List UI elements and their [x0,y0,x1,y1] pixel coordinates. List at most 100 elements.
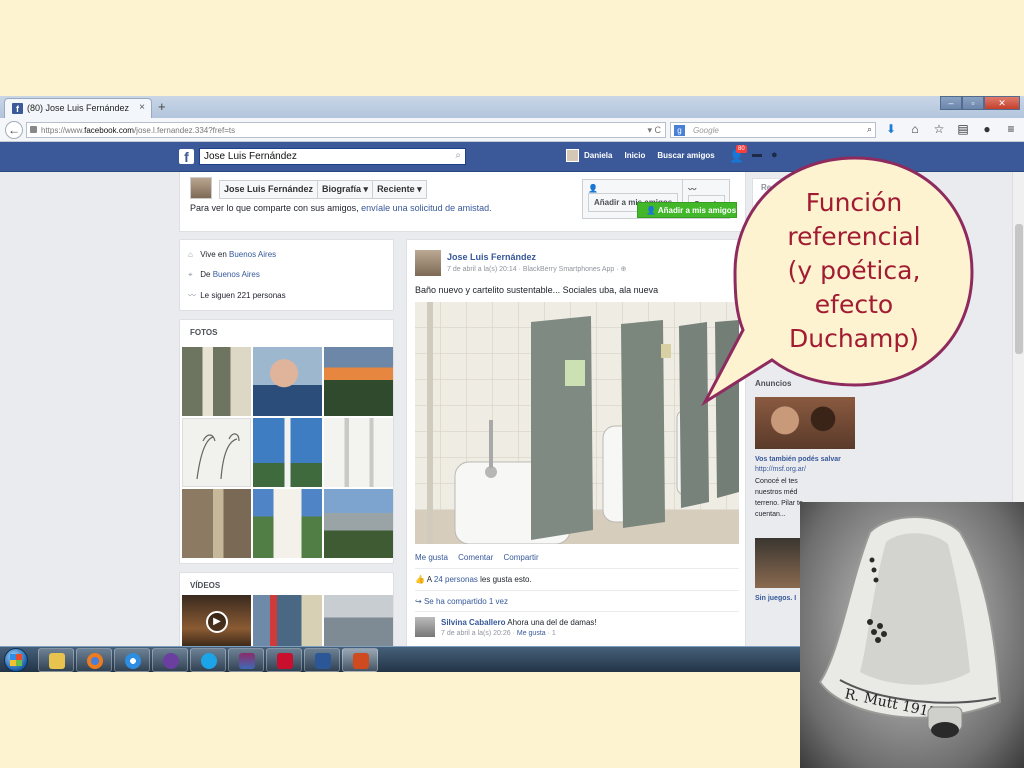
add-friend-green-button[interactable]: 👤 Añadir a mis amigos [637,202,737,218]
winrar-icon [239,653,255,669]
photo-thumbnail[interactable] [182,418,251,487]
from-prefix: De [200,270,213,279]
photo-thumbnail[interactable] [324,418,393,487]
winrar-taskbar-button[interactable] [228,648,264,672]
lives-in-link[interactable]: Buenos Aires [229,250,276,259]
videos-title[interactable]: VÍDEOS [190,581,220,590]
new-tab-button[interactable]: + [158,99,166,114]
photo-thumbnail[interactable] [182,489,251,558]
powerpoint-icon [353,653,369,669]
comment-avatar[interactable] [415,617,435,637]
messages-icon[interactable]: ▬ [752,149,762,160]
like-link[interactable]: Me gusta [415,553,448,562]
comment-like-count: · 1 [545,630,556,637]
photo-thumbnail[interactable] [253,347,322,416]
back-button[interactable]: ← [5,121,23,139]
tab-profile-name[interactable]: Jose Luis Fernández [219,180,319,199]
video-thumbnail[interactable]: ▶ [182,595,251,651]
download-icon[interactable]: ⬇ [884,122,898,136]
tab-close-icon[interactable]: × [139,102,145,113]
lives-in-row: ⌂ Vive en Buenos Aires [188,250,276,259]
from-row: ⌖ De Buenos Aires [188,270,260,280]
bookmarks-list-icon[interactable]: ▤ [956,122,970,136]
acrobat-taskbar-button[interactable] [266,648,302,672]
ad-image[interactable] [755,397,855,449]
maximize-button[interactable]: ▫ [962,96,984,110]
facebook-logo-icon[interactable]: f [179,149,194,165]
about-card: ⌂ Vive en Buenos Aires ⌖ De Buenos Aires… [179,239,394,311]
ad-title[interactable]: Sin juegos. I [755,595,796,602]
search-input[interactable]: g Google ⌕ [670,122,876,138]
photo-thumbnail[interactable] [253,489,322,558]
post-author-avatar[interactable] [415,250,441,276]
ad-body: Conocé el tes nuestros méd terreno. Pila… [755,478,803,518]
comment-body: Ahora una del de damas! [505,618,597,627]
tab-biography[interactable]: Biografía ▾ [317,180,374,199]
sketch-drawing [196,433,240,480]
ie-taskbar-button[interactable] [114,648,150,672]
share-link[interactable]: Compartir [504,553,539,562]
comment-author[interactable]: Silvina Caballero [441,618,505,627]
post-actions: Me gusta Comentar Compartir [415,553,547,562]
minimize-button[interactable]: – [940,96,962,110]
photos-card: FOTOS [179,319,394,564]
likes-link[interactable]: 24 personas [434,575,478,584]
nav-home-link[interactable]: Inicio [624,151,645,160]
send-request-link[interactable]: envíale una solicitud de amistad. [361,203,492,213]
bubble-line: referencial [787,222,921,251]
navigation-bar: ← https://www.facebook.com/jose.l.fernan… [0,118,1024,142]
bubble-line: Función [805,188,903,217]
bookmark-star-icon[interactable]: ☆ [932,122,946,136]
comment-like-link[interactable]: Me gusta [517,630,546,637]
shares-text: Se ha compartido 1 vez [423,597,508,606]
comment-link[interactable]: Comentar [458,553,493,562]
post-author[interactable]: Jose Luis Fernández [447,252,536,262]
post-photo[interactable] [415,302,739,544]
search-icon[interactable]: ⌕ [867,124,872,135]
from-link[interactable]: Buenos Aires [213,270,260,279]
menu-icon[interactable]: ≡ [1004,122,1018,136]
windows-logo-icon [10,654,22,666]
divider [415,611,739,612]
ad-title[interactable]: Vos también podés salvar [755,456,841,463]
powerpoint-taskbar-button[interactable] [342,648,378,672]
reload-icon[interactable]: ▾ C [647,125,661,136]
chat-icon[interactable]: ● [980,122,994,136]
search-icon[interactable]: ⌕ [455,150,461,161]
nav-user-link[interactable]: Daniela [584,151,612,160]
photos-title[interactable]: FOTOS [190,328,217,337]
app-taskbar-button[interactable] [152,648,188,672]
close-window-button[interactable]: ✕ [984,96,1020,110]
comment-meta: 7 de abril a la(s) 20:26 · Me gusta · 1 [441,630,556,637]
lives-in-prefix: Vive en [200,250,229,259]
profile-avatar[interactable] [190,177,212,199]
tab-recent[interactable]: Reciente ▾ [372,180,427,199]
firefox-taskbar-button[interactable] [76,648,112,672]
scroll-thumb[interactable] [1015,224,1023,354]
browser-tab[interactable]: f (80) Jose Luis Fernández × [4,98,152,118]
facebook-search-input[interactable]: Jose Luis Fernández ⌕ [199,148,466,165]
start-button[interactable] [4,648,28,672]
photo-thumbnail[interactable] [182,347,251,416]
nav-find-friends-link[interactable]: Buscar amigos [657,151,714,160]
speech-bubble-text: Función referencial (y poética, efecto D… [765,186,943,356]
explorer-taskbar-button[interactable] [38,648,74,672]
facebook-top-bar: f Jose Luis Fernández ⌕ Daniela Inicio B… [0,142,1024,172]
google-icon[interactable]: g [674,125,685,136]
ad-url[interactable]: http://msf.org.ar/ [755,466,806,473]
video-thumbnail[interactable] [324,595,393,651]
photo-thumbnail[interactable] [253,418,322,487]
skype-taskbar-button[interactable] [190,648,226,672]
photo-thumbnail[interactable] [324,347,393,416]
ad-image[interactable] [755,538,801,588]
photo-thumbnail[interactable] [324,489,393,558]
video-thumbnail[interactable] [253,595,322,651]
followers-text: Le siguen 221 personas [200,291,286,300]
word-taskbar-button[interactable] [304,648,340,672]
globe-icon[interactable]: ● [771,149,778,161]
address-bar[interactable]: https://www.facebook.com/jose.l.fernande… [26,122,666,138]
video-row: ▶ [182,595,393,651]
shares-row[interactable]: ↪ Se ha compartido 1 vez [415,597,508,606]
home-icon[interactable]: ⌂ [908,122,922,136]
play-icon[interactable]: ▶ [206,611,228,633]
